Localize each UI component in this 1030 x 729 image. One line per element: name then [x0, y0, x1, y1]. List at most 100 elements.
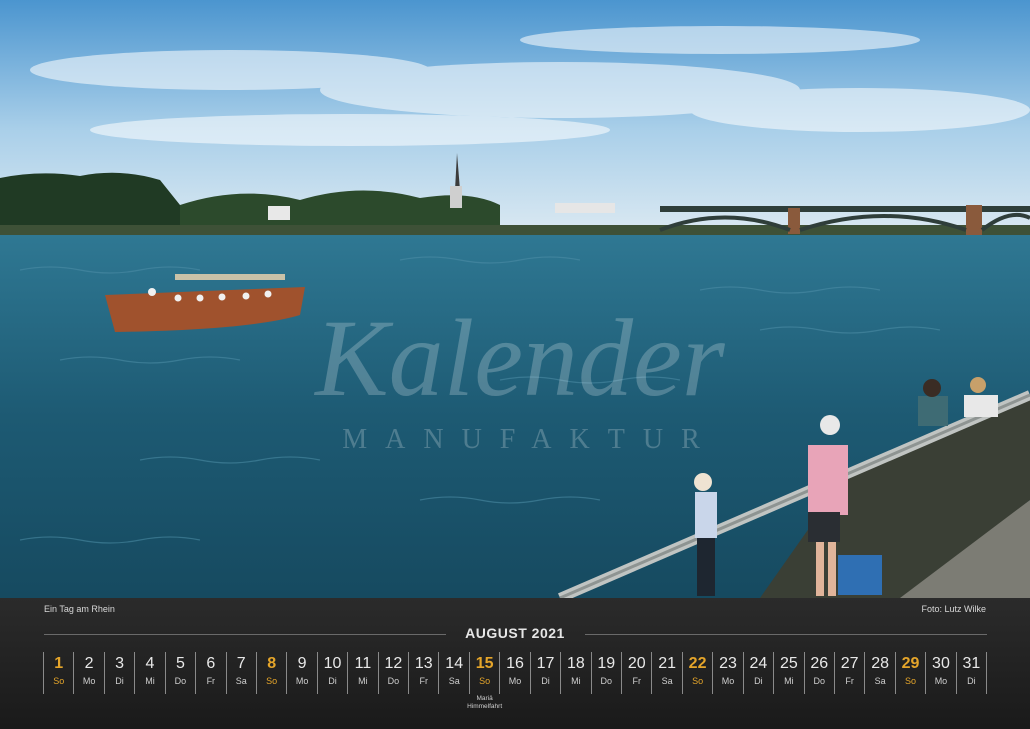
day-cell: 11 Mi — [347, 652, 377, 694]
day-cell: 26 Do — [803, 652, 834, 694]
day-number: 6 — [206, 655, 216, 672]
weekday-label: Fr — [419, 676, 429, 686]
day-number: 10 — [323, 655, 342, 672]
day-cell: 9 Mo — [286, 652, 316, 694]
day-cell: 25 Mi — [773, 652, 803, 694]
weekday-label: Sa — [661, 676, 673, 686]
day-number: 22 — [688, 655, 707, 672]
weekday-label: Di — [967, 676, 976, 686]
weekday-label: Mi — [571, 676, 581, 686]
day-cell: 19 Do — [590, 652, 621, 694]
calendar-photo: Kalender MANUFAKTUR — [0, 0, 1030, 598]
day-number: 24 — [749, 655, 768, 672]
weekday-label: Mo — [934, 676, 948, 686]
weekday-label: So — [692, 676, 704, 686]
day-cell: 16 Mo — [499, 652, 529, 694]
day-number: 18 — [566, 655, 585, 672]
day-cell: 4 Mi — [134, 652, 164, 694]
day-number: 1 — [54, 655, 64, 672]
day-number: 19 — [597, 655, 616, 672]
day-number: 21 — [658, 655, 677, 672]
day-number: 30 — [932, 655, 950, 672]
day-number: 23 — [719, 655, 737, 672]
day-cell: 30 Mo — [925, 652, 955, 694]
day-number: 5 — [175, 655, 185, 672]
day-number: 8 — [267, 655, 277, 672]
weekday-label: Di — [754, 676, 763, 686]
weekday-label: Fr — [206, 676, 216, 686]
watermark-subtitle: MANUFAKTUR — [342, 424, 718, 455]
day-cell: 14 Sa — [438, 652, 468, 694]
photo-credit: Foto: Lutz Wilke — [921, 604, 986, 614]
weekday-label: Sa — [235, 676, 247, 686]
weekday-label: So — [53, 676, 65, 686]
weekday-label: Mo — [721, 676, 735, 686]
day-cell: 7 Sa — [225, 652, 256, 694]
divider-right — [585, 634, 987, 635]
weekday-label: Fr — [845, 676, 854, 686]
day-number: 12 — [384, 655, 403, 672]
photo-caption: Ein Tag am Rhein — [44, 604, 115, 614]
day-number: 4 — [145, 655, 155, 672]
weekday-label: Mo — [295, 676, 309, 686]
day-number: 25 — [779, 655, 798, 672]
weekday-label: Sa — [448, 676, 460, 686]
day-cell: 10 Di — [316, 652, 347, 694]
weekday-label: Do — [600, 676, 613, 686]
day-number: 2 — [84, 655, 94, 672]
weekday-label: Mo — [82, 676, 96, 686]
weekday-label: Do — [813, 676, 826, 686]
holiday-note: Mariä Himmelfahrt — [467, 695, 503, 710]
weekday-label: Do — [387, 676, 400, 686]
day-cell: 20 Fr — [621, 652, 651, 694]
day-cell: 6 Fr — [195, 652, 225, 694]
day-cell: 28 Sa — [864, 652, 894, 694]
day-number: 28 — [871, 655, 889, 672]
day-cell: 3 Di — [103, 652, 134, 694]
weekday-label: Fr — [632, 676, 641, 686]
day-cell: 5 Do — [164, 652, 195, 694]
weekday-label: Di — [541, 676, 550, 686]
day-number: 11 — [354, 655, 372, 672]
day-number: 26 — [810, 655, 829, 672]
day-number: 16 — [506, 655, 524, 672]
day-cell: 1 So — [43, 652, 73, 694]
weekday-label: Sa — [874, 676, 886, 686]
day-number: 20 — [627, 655, 646, 672]
day-number: 15 — [475, 655, 494, 672]
weekday-label: Di — [328, 676, 337, 686]
weekday-label: Mi — [145, 676, 155, 686]
watermark-script: Kalender — [313, 297, 726, 419]
month-title: AUGUST 2021 — [465, 625, 565, 641]
day-number: 27 — [840, 655, 859, 672]
day-cell: 21 Sa — [651, 652, 681, 694]
day-cell: 24 Di — [742, 652, 773, 694]
calendar-page: Kalender MANUFAKTUR Ein Tag am Rhein Fot… — [0, 0, 1030, 729]
day-cell: 31 Di — [955, 652, 988, 694]
day-cell: 12 Do — [377, 652, 408, 694]
weekday-label: So — [479, 676, 491, 686]
day-number: 31 — [962, 655, 981, 672]
day-cell: 15 So Mariä Himmelfahrt — [467, 652, 502, 710]
day-cell: 27 Fr — [833, 652, 864, 694]
day-cell: 22 So — [681, 652, 712, 694]
day-cell: 2 Mo — [73, 652, 103, 694]
day-number: 7 — [236, 655, 246, 672]
day-cell: 18 Mi — [560, 652, 590, 694]
weekday-label: So — [266, 676, 278, 686]
weekday-label: Do — [174, 676, 187, 686]
day-cell: 13 Fr — [408, 652, 438, 694]
day-cell: 8 So — [255, 652, 286, 694]
weekday-label: Mi — [358, 676, 368, 686]
day-number: 9 — [297, 655, 307, 672]
day-cell: 23 Mo — [712, 652, 742, 694]
day-cell: 17 Di — [529, 652, 560, 694]
day-number: 29 — [901, 655, 920, 672]
weekday-label: Mo — [508, 676, 522, 686]
day-number: 14 — [445, 655, 464, 672]
day-number: 3 — [115, 655, 124, 672]
day-number: 17 — [536, 655, 555, 672]
weekday-label: So — [905, 676, 917, 686]
day-cell: 29 So — [894, 652, 925, 694]
day-strip: 1 So 2 Mo 3 Di 4 Mi 5 Do 6 Fr 7 Sa 8 So 9 Mo 10 Di 11 Mi 12 Do 1… — [43, 652, 988, 710]
